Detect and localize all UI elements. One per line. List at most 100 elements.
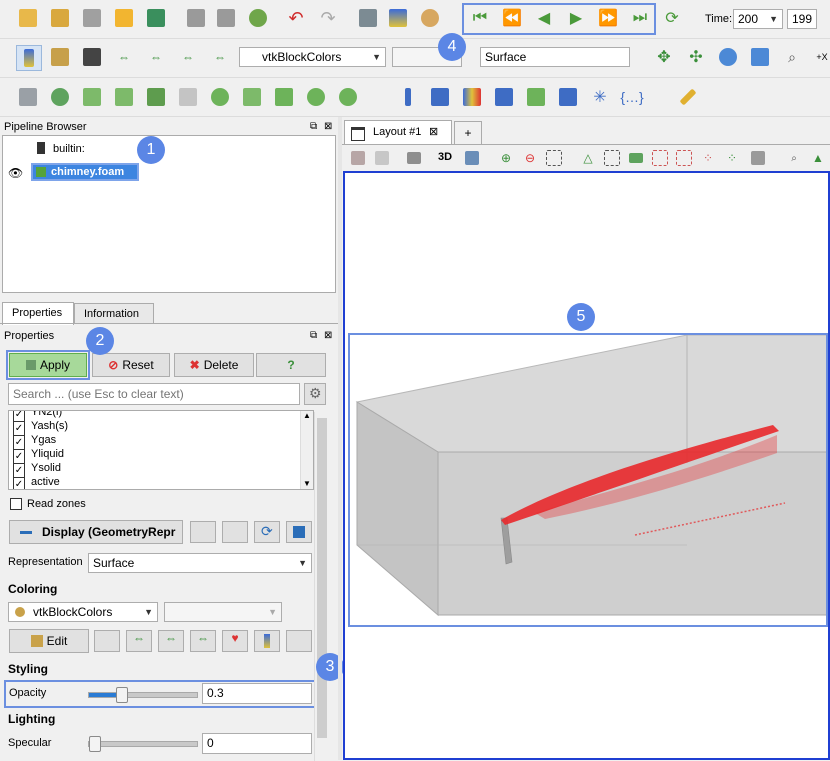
time-select[interactable]: 200 ▼ <box>733 9 783 29</box>
toggle-color-legend-icon[interactable] <box>16 45 42 71</box>
array-item[interactable]: ✓ Yash(s) <box>9 419 309 437</box>
time-index-spinbox[interactable]: 199 <box>787 9 817 29</box>
specular-field[interactable]: 0 <box>202 733 312 754</box>
properties-scrollbar-thumb[interactable] <box>317 418 327 738</box>
opacity-slider-handle[interactable] <box>116 687 129 703</box>
panel-splitter[interactable] <box>338 117 342 760</box>
zoom-box-icon[interactable] <box>748 45 772 69</box>
extract-subset-icon[interactable] <box>176 85 200 109</box>
select-cells-icon[interactable]: ⊕ <box>494 146 518 170</box>
reset-camera-icon[interactable]: ✥ <box>652 45 676 69</box>
layout-tab[interactable]: Layout #1 ⊠ <box>344 120 452 145</box>
delete-button[interactable]: ✖ Delete <box>174 353 254 377</box>
arrays-scrollbar[interactable]: ▲ ▼ <box>300 411 313 489</box>
zoom-select-icon[interactable]: ⌕ <box>780 45 804 69</box>
reset-button[interactable]: ⊘ Reset <box>92 353 170 377</box>
rescale-temporal-icon[interactable]: ⇔ <box>176 45 200 69</box>
opacity-slider[interactable] <box>88 687 198 703</box>
array-item[interactable]: ✓ Ygas <box>9 433 309 451</box>
camera-link-icon[interactable] <box>356 6 380 30</box>
annotations-button[interactable] <box>286 630 312 652</box>
group-datasets-icon[interactable] <box>304 85 328 109</box>
state-load-icon[interactable] <box>214 6 238 30</box>
grow-selection-icon[interactable]: ▲ <box>806 146 830 170</box>
rescale-data-range-button[interactable]: ⇔ <box>126 630 152 652</box>
slice-icon[interactable] <box>112 85 136 109</box>
calculator-icon[interactable] <box>16 85 40 109</box>
advanced-settings-button[interactable]: ⚙ <box>304 383 326 405</box>
temporal-stats-icon[interactable] <box>556 85 580 109</box>
macro-icon[interactable] <box>144 6 168 30</box>
download-icon[interactable] <box>80 6 104 30</box>
zoom-closest-icon[interactable] <box>716 45 740 69</box>
add-layout-tab[interactable]: + <box>454 121 482 144</box>
separate-color-map-button[interactable] <box>94 630 120 652</box>
paste-properties-button[interactable] <box>222 521 248 543</box>
contour-icon[interactable] <box>48 85 72 109</box>
select-frustum-points-icon[interactable] <box>672 146 696 170</box>
copy-properties-button[interactable] <box>190 521 216 543</box>
edit-color-map-button[interactable]: Edit <box>9 629 89 653</box>
display-section-button[interactable]: Display (GeometryRepr <box>9 520 183 544</box>
capture-screenshot-icon[interactable] <box>402 146 426 170</box>
favorites-button[interactable]: ♥ <box>222 630 248 652</box>
save-defaults-button[interactable] <box>286 521 312 543</box>
loop-icon[interactable]: ⟳ <box>660 6 684 30</box>
stream-tracer-icon[interactable] <box>240 85 264 109</box>
ruler-icon[interactable] <box>676 85 700 109</box>
select-polygon-cells-icon[interactable]: ⁘ <box>696 146 720 170</box>
select-surface-points-icon[interactable] <box>600 146 624 170</box>
select-polygon-points-icon[interactable]: ⁘ <box>720 146 744 170</box>
camera-redo-icon[interactable] <box>370 146 394 170</box>
deselect-icon[interactable]: ⊖ <box>518 146 542 170</box>
help-button[interactable]: ? <box>256 353 326 377</box>
array-item[interactable]: ✓ YN2(l) <box>9 411 309 423</box>
edit-color-map-icon[interactable] <box>48 45 72 69</box>
close-panel-icon[interactable]: ⊠ <box>324 121 332 132</box>
arrays-list[interactable]: ✓ YN2(l) ✓ Yash(s) ✓ Ygas ✓ Yliquid ✓ Ys… <box>8 410 314 490</box>
coloring-component-select[interactable]: ▼ <box>164 602 282 622</box>
scroll-up-icon[interactable]: ▲ <box>303 411 311 423</box>
close-layout-icon[interactable]: ⊠ <box>429 125 438 138</box>
array-item[interactable]: ✓ Yliquid <box>9 447 309 465</box>
opacity-field[interactable]: 0.3 <box>202 683 312 704</box>
histogram-icon[interactable] <box>460 85 484 109</box>
open-folder-icon[interactable] <box>16 6 40 30</box>
representation-select[interactable]: Surface ▼ <box>88 553 312 573</box>
select-block-icon[interactable] <box>624 146 648 170</box>
toggle-3d-button[interactable]: 3D <box>438 151 452 163</box>
glyph-icon[interactable] <box>208 85 232 109</box>
clip-icon[interactable] <box>80 85 104 109</box>
warp-icon[interactable] <box>272 85 296 109</box>
rescale-custom-range-button[interactable]: ⇔ <box>158 630 184 652</box>
specular-slider[interactable] <box>88 736 198 752</box>
rescale-custom-icon[interactable]: ⇔ <box>144 45 168 69</box>
tab-information[interactable]: Information <box>74 303 154 324</box>
array-item[interactable]: ✓ Ysolid <box>9 461 309 479</box>
array-checkbox[interactable]: ✓ <box>13 477 25 489</box>
rescale-visible-icon[interactable]: ⇔ <box>208 45 232 69</box>
properties-scrollbar[interactable] <box>314 412 329 761</box>
rescale-temporal-range-button[interactable]: ⇔ <box>190 630 216 652</box>
python-calculator-icon[interactable] <box>524 85 548 109</box>
select-frustum-cells-icon[interactable] <box>648 146 672 170</box>
use-separate-color-map-icon[interactable] <box>80 45 104 69</box>
chimney-foam-item[interactable]: chimney.foam <box>31 163 139 181</box>
array-item[interactable]: ✓ active <box>9 475 309 489</box>
state-save-icon[interactable] <box>184 6 208 30</box>
threshold-icon[interactable] <box>144 85 168 109</box>
search-input[interactable] <box>8 383 300 405</box>
timer-icon[interactable] <box>246 6 270 30</box>
color-legend-button[interactable] <box>254 630 280 652</box>
interactive-select-icon[interactable] <box>746 146 770 170</box>
palette-icon[interactable] <box>418 6 442 30</box>
undo-icon[interactable]: ↶ <box>284 6 308 30</box>
coloring-select[interactable]: vtkBlockColors ▼ <box>8 602 158 622</box>
tab-properties[interactable]: Properties <box>2 302 74 325</box>
zoom-to-box-view-icon[interactable] <box>460 146 484 170</box>
select-points-icon[interactable] <box>542 146 566 170</box>
restore-defaults-button[interactable]: ⟳ <box>254 521 280 543</box>
close-properties-icon[interactable]: ⊠ <box>324 330 332 341</box>
color-map-icon[interactable] <box>386 6 410 30</box>
float-properties-icon[interactable]: ⧉ <box>310 330 317 341</box>
